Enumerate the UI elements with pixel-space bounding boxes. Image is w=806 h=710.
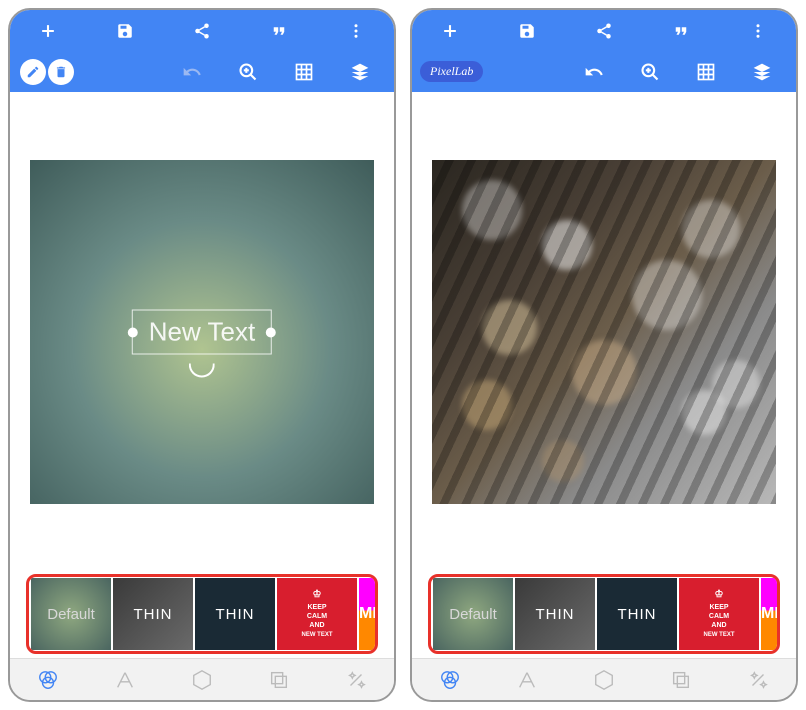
delete-button[interactable] (48, 59, 74, 85)
bottom-tabs (412, 658, 796, 700)
share-icon[interactable] (590, 17, 618, 45)
zoom-icon[interactable] (636, 58, 664, 86)
toolbar-right (580, 58, 792, 86)
more-icon[interactable] (744, 17, 772, 45)
text-element[interactable]: New Text (132, 310, 272, 355)
toolbar-second (10, 51, 394, 92)
tab-effects[interactable] (746, 668, 770, 692)
zoom-icon[interactable] (234, 58, 262, 86)
template-default[interactable]: Default (433, 578, 513, 650)
tab-filters[interactable] (36, 668, 60, 692)
canvas[interactable] (432, 160, 776, 504)
more-icon[interactable] (342, 17, 370, 45)
layers-icon[interactable] (346, 58, 374, 86)
grid-icon[interactable] (692, 58, 720, 86)
tab-effects[interactable] (344, 668, 368, 692)
toolbar-second: PixelLab (412, 51, 796, 92)
template-keepcalm[interactable]: ♔ KEEP CALM AND NEW TEXT (277, 578, 357, 650)
undo-icon[interactable] (178, 58, 206, 86)
undo-icon[interactable] (580, 58, 608, 86)
quote-icon[interactable] (265, 17, 293, 45)
resize-handle-right[interactable] (266, 327, 276, 337)
edit-button[interactable] (20, 59, 46, 85)
right-phone: PixelLab Default THIN THIN ♔ KEE (410, 8, 798, 702)
crown-icon: ♔ (715, 588, 724, 601)
toolbar-top (10, 10, 394, 51)
template-rainbow[interactable]: ME (359, 578, 378, 650)
resize-handle-left[interactable] (128, 327, 138, 337)
tab-text[interactable] (515, 668, 539, 692)
template-thin-2[interactable]: THIN (597, 578, 677, 650)
template-strip[interactable]: Default THIN THIN ♔ KEEP CALM AND NEW TE… (428, 574, 780, 654)
share-icon[interactable] (188, 17, 216, 45)
text-content: New Text (149, 317, 255, 347)
add-icon[interactable] (34, 17, 62, 45)
stripes-overlay (432, 160, 776, 504)
template-thin-1[interactable]: THIN (515, 578, 595, 650)
tab-text[interactable] (113, 668, 137, 692)
rotate-handle[interactable] (189, 364, 215, 378)
save-icon[interactable] (513, 17, 541, 45)
quote-icon[interactable] (667, 17, 695, 45)
template-default[interactable]: Default (31, 578, 111, 650)
tab-shapes[interactable] (190, 668, 214, 692)
template-rainbow[interactable]: ME (761, 578, 780, 650)
tab-filters[interactable] (438, 668, 462, 692)
tab-layers[interactable] (267, 668, 291, 692)
left-phone: New Text Default THIN THIN ♔ KEEP CALM A… (8, 8, 396, 702)
toolbar-right (178, 58, 390, 86)
tab-layers[interactable] (669, 668, 693, 692)
toolbar-top (412, 10, 796, 51)
canvas-area: New Text (10, 92, 394, 572)
template-strip[interactable]: Default THIN THIN ♔ KEEP CALM AND NEW TE… (26, 574, 378, 654)
template-thin-2[interactable]: THIN (195, 578, 275, 650)
canvas-area (412, 92, 796, 572)
layers-icon[interactable] (748, 58, 776, 86)
save-icon[interactable] (111, 17, 139, 45)
crown-icon: ♔ (313, 588, 322, 601)
selection-actions (14, 59, 74, 85)
add-icon[interactable] (436, 17, 464, 45)
tab-shapes[interactable] (592, 668, 616, 692)
grid-icon[interactable] (290, 58, 318, 86)
canvas[interactable]: New Text (30, 160, 374, 504)
template-keepcalm[interactable]: ♔ KEEP CALM AND NEW TEXT (679, 578, 759, 650)
brand-badge: PixelLab (420, 61, 483, 82)
template-thin-1[interactable]: THIN (113, 578, 193, 650)
bottom-tabs (10, 658, 394, 700)
